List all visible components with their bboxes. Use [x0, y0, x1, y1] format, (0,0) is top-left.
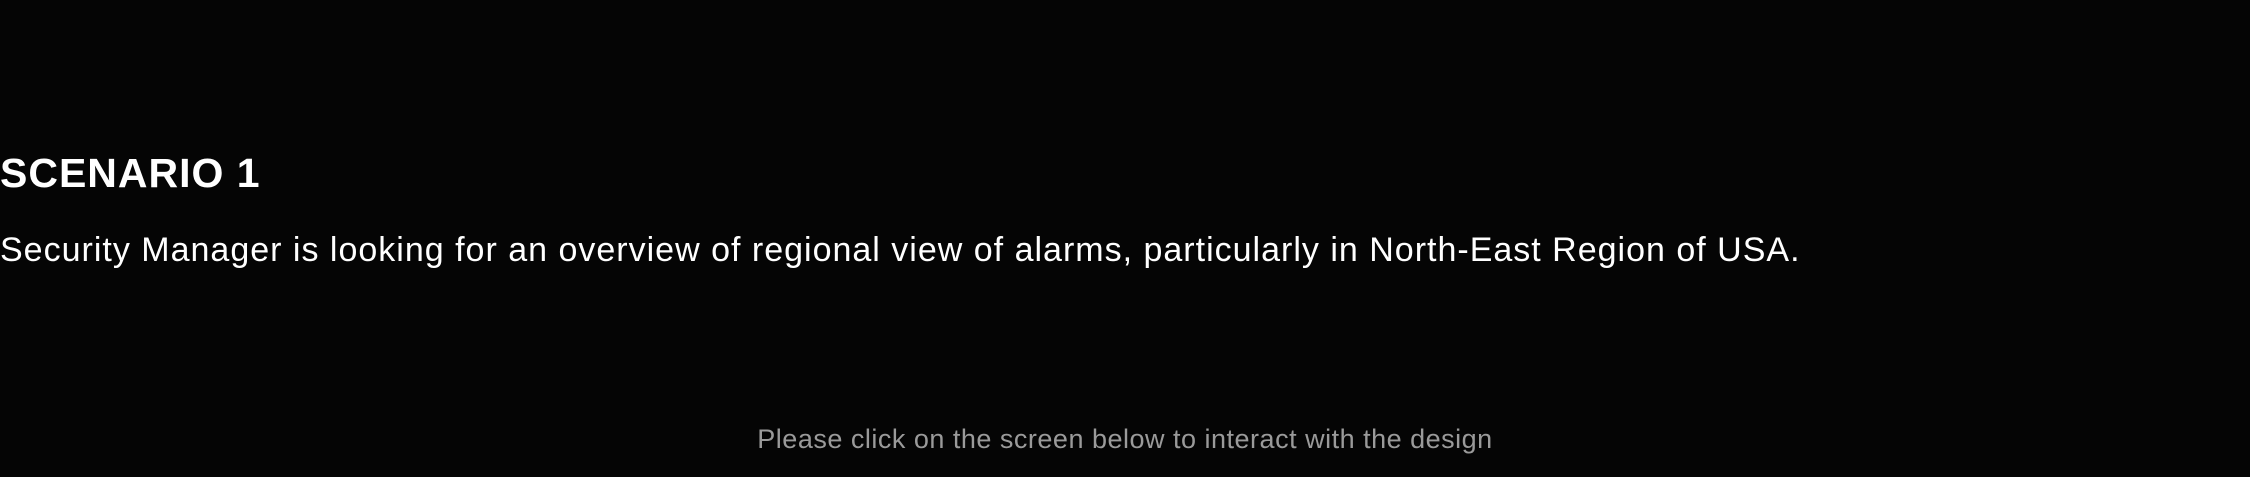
scenario-description: Security Manager is looking for an overv…: [0, 231, 1801, 269]
scenario-title: SCENARIO 1: [0, 150, 261, 196]
interaction-hint: Please click on the screen below to inte…: [757, 424, 1493, 454]
